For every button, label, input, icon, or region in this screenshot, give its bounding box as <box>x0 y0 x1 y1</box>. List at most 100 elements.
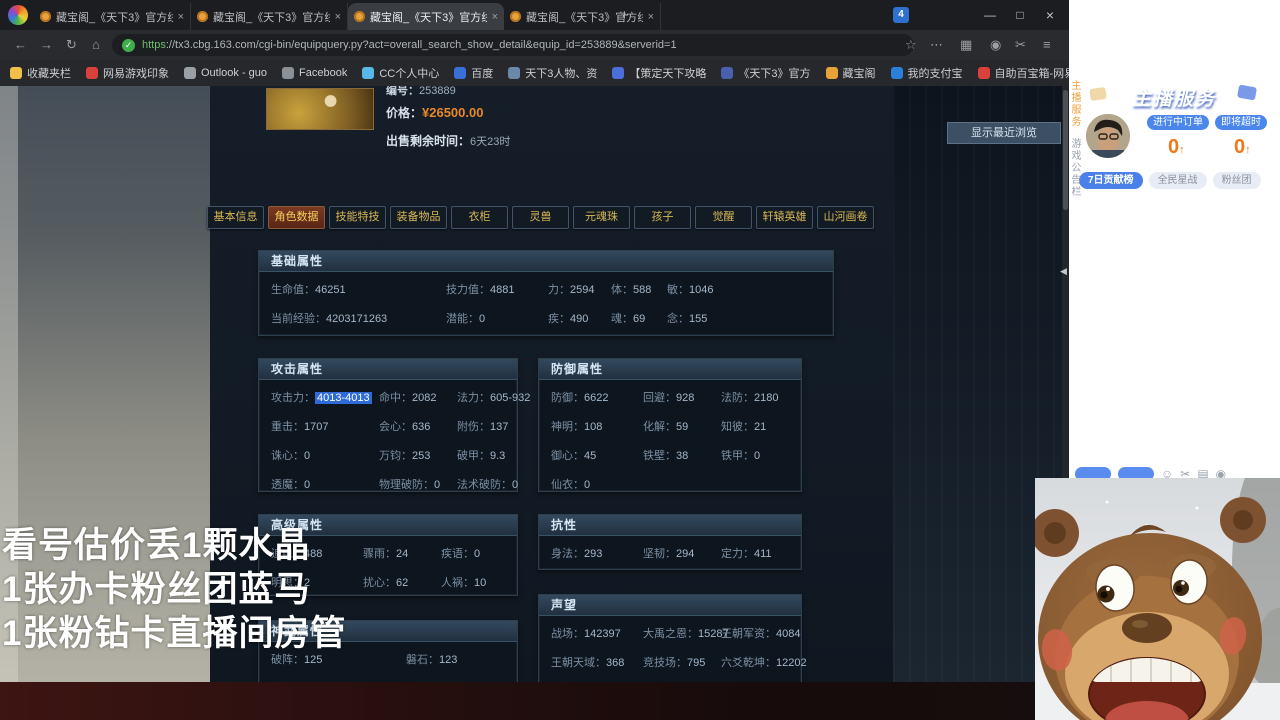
browser-tab[interactable]: 藏宝阁_《天下3》官方线下交 × <box>191 3 348 30</box>
bookmark-label: 收藏夹栏 <box>27 68 71 80</box>
tab-title: 藏宝阁_《天下3》官方线下交 <box>56 11 173 24</box>
stat-cell: 坚韧：294 <box>643 548 695 560</box>
rank-tabs: 7日贡献榜 全民星战 粉丝团 <box>1079 172 1261 189</box>
target-icon[interactable]: ◉ <box>990 37 1001 53</box>
forward-icon[interactable]: → <box>40 37 53 52</box>
timeout-count: 0↑ <box>1234 136 1251 158</box>
stat-cell: 回避：928 <box>643 392 695 404</box>
browser-tab-strip: 藏宝阁_《天下3》官方线下交 × 藏宝阁_《天下3》官方线下交 × 藏宝阁_《天… <box>0 0 1069 30</box>
detail-tab[interactable]: 元魂珠 <box>573 206 630 229</box>
back-icon[interactable]: ← <box>14 37 27 52</box>
bookmark-item[interactable]: 我的支付宝 <box>890 65 963 81</box>
detail-tab[interactable]: 轩辕英雄 <box>756 206 813 229</box>
stat-cell: 人祸：10 <box>441 577 487 589</box>
panel-title: 声望 <box>539 595 801 616</box>
stat-cell: 竞技场：795 <box>643 657 706 669</box>
bookmark-item[interactable]: 天下3人物、资 <box>508 65 597 81</box>
browser-logo-icon[interactable] <box>8 5 28 25</box>
caption-line: 看号估价丢1颗水晶 <box>2 526 311 565</box>
bookmark-favicon <box>890 67 903 79</box>
window-maximize-button[interactable]: □ <box>1005 0 1035 30</box>
tab-close-icon[interactable]: × <box>335 11 341 23</box>
detail-tab[interactable]: 觉醒 <box>695 206 752 229</box>
rank-tab[interactable]: 7日贡献榜 <box>1079 172 1143 189</box>
screenshot-icon[interactable]: ✂ <box>1015 37 1026 53</box>
timeout-soon-button[interactable]: 即将超时 <box>1215 115 1267 130</box>
stat-cell: 铁甲：0 <box>721 450 761 462</box>
bookmark-item[interactable]: 【策定天下攻略 <box>612 65 706 81</box>
bookmark-item[interactable]: 藏宝阁 <box>825 65 876 81</box>
attack-stats-panel: 攻击属性 攻击力： 4013-4013 命中：2082 法力：605-932 重击：1… <box>258 358 530 492</box>
gift-box-icon <box>1089 86 1107 102</box>
stat-cell: 六爻乾坤：12202 <box>721 657 807 669</box>
stat-cell: 物理破防：0 <box>379 479 441 491</box>
bookmark-item[interactable]: 《天下3》官方 <box>721 65 811 81</box>
bookmark-item[interactable]: Outlook - guo <box>184 65 267 81</box>
bookmark-favicon <box>977 67 990 79</box>
anchor-service-title: 主播服务 <box>1132 89 1217 110</box>
home-icon[interactable]: ⌂ <box>92 37 100 52</box>
reload-icon[interactable]: ↻ <box>66 37 77 53</box>
sidebar-vertical-tab[interactable]: 游戏公告栏 <box>1069 138 1082 198</box>
base-stats-panel: 基础属性 生命值：46251 技力值：4881 力：2594 体：588 敏：1046 … <box>258 250 834 336</box>
bookmark-label: 藏宝阁 <box>842 68 876 80</box>
bookmark-label: 《天下3》官方 <box>738 68 811 80</box>
apps-grid-icon[interactable]: ▦ <box>960 37 972 53</box>
sidebar-collapse-icon[interactable]: ◀ <box>1060 266 1067 277</box>
detail-tab[interactable]: 装备物品 <box>390 206 447 229</box>
tab-close-icon[interactable]: × <box>492 11 498 23</box>
detail-tab[interactable]: 灵兽 <box>512 206 569 229</box>
browser-tab[interactable]: 藏宝阁_《天下3》官方线下交 × <box>348 3 504 30</box>
security-check-icon[interactable]: ✓ <box>122 38 135 52</box>
stat-cell: 身法：293 <box>551 548 603 560</box>
extension-badge[interactable]: 4 <box>893 7 909 23</box>
browser-tab[interactable]: 藏宝阁_《天下3》官方线下交 × <box>504 3 661 30</box>
detail-tab[interactable]: 技能特技 <box>329 206 386 229</box>
bookmark-favicon <box>362 67 375 79</box>
stat-cell: 魂：69 <box>611 313 646 325</box>
bookmark-item[interactable]: 收藏夹栏 <box>10 65 71 81</box>
price-value: ¥26500.00 <box>422 105 484 120</box>
tab-close-icon[interactable]: × <box>648 11 654 23</box>
browser-tab[interactable]: 藏宝阁_《天下3》官方线下交 × <box>34 3 191 30</box>
panel-title: 基础属性 <box>259 251 833 272</box>
bookmark-item[interactable]: 自助百宝箱-网易 <box>977 65 1076 81</box>
bookmark-star-icon[interactable]: ☆ <box>905 37 917 53</box>
address-bar[interactable]: ✓ https://tx3.cbg.163.com/cgi-bin/equipq… <box>112 34 914 56</box>
sidebar-vertical-tab[interactable]: 主播服务 <box>1069 80 1082 128</box>
bookmark-favicon <box>612 67 625 79</box>
window-minimize-button[interactable]: — <box>975 0 1005 30</box>
bookmark-item[interactable]: Facebook <box>282 65 347 81</box>
stat-cell: 透魔：0 <box>271 479 311 491</box>
window-close-button[interactable]: × <box>1035 0 1065 30</box>
bookmark-favicon <box>184 67 196 79</box>
bookmark-favicon <box>508 67 521 79</box>
detail-tab[interactable]: 山河画卷 <box>817 206 874 229</box>
bookmark-label: 我的支付宝 <box>907 68 963 80</box>
stat-cell: 万钧：253 <box>379 450 431 462</box>
stat-cell: 王朝军资：4084 <box>721 628 801 640</box>
rank-tab[interactable]: 全民星战 <box>1148 172 1207 189</box>
bookmark-label: 自助百宝箱-网易 <box>994 68 1076 80</box>
bookmark-item[interactable]: CC个人中心 <box>362 65 439 81</box>
detail-tab[interactable]: 孩子 <box>634 206 691 229</box>
stat-cell: 铁壁：38 <box>643 450 689 462</box>
bookmark-item[interactable]: 百度 <box>454 65 493 81</box>
tab-close-icon[interactable]: × <box>178 11 184 23</box>
stat-cell: 骤雨：24 <box>363 548 409 560</box>
menu-icon[interactable]: ≡ <box>1043 37 1051 52</box>
stat-cell: 生命值：46251 <box>271 284 346 296</box>
bookmark-item[interactable]: 网易游戏印象 <box>86 65 169 81</box>
panel-title: 攻击属性 <box>259 359 517 380</box>
ongoing-orders-button[interactable]: 进行中订单 <box>1147 115 1209 130</box>
more-actions-icon[interactable]: ⋯ <box>930 37 943 53</box>
streamer-avatar[interactable] <box>1086 114 1130 158</box>
new-tab-button[interactable]: + <box>620 7 629 24</box>
detail-tab[interactable]: 角色数据 <box>268 206 325 229</box>
show-recent-button[interactable]: 显示最近浏览 <box>947 122 1061 144</box>
rank-tab[interactable]: 粉丝团 <box>1212 172 1261 189</box>
price-line: 价格：¥26500.00 <box>386 105 484 120</box>
stat-cell: 念：155 <box>667 313 708 325</box>
detail-tab[interactable]: 衣柜 <box>451 206 508 229</box>
detail-tab[interactable]: 基本信息 <box>207 206 264 229</box>
